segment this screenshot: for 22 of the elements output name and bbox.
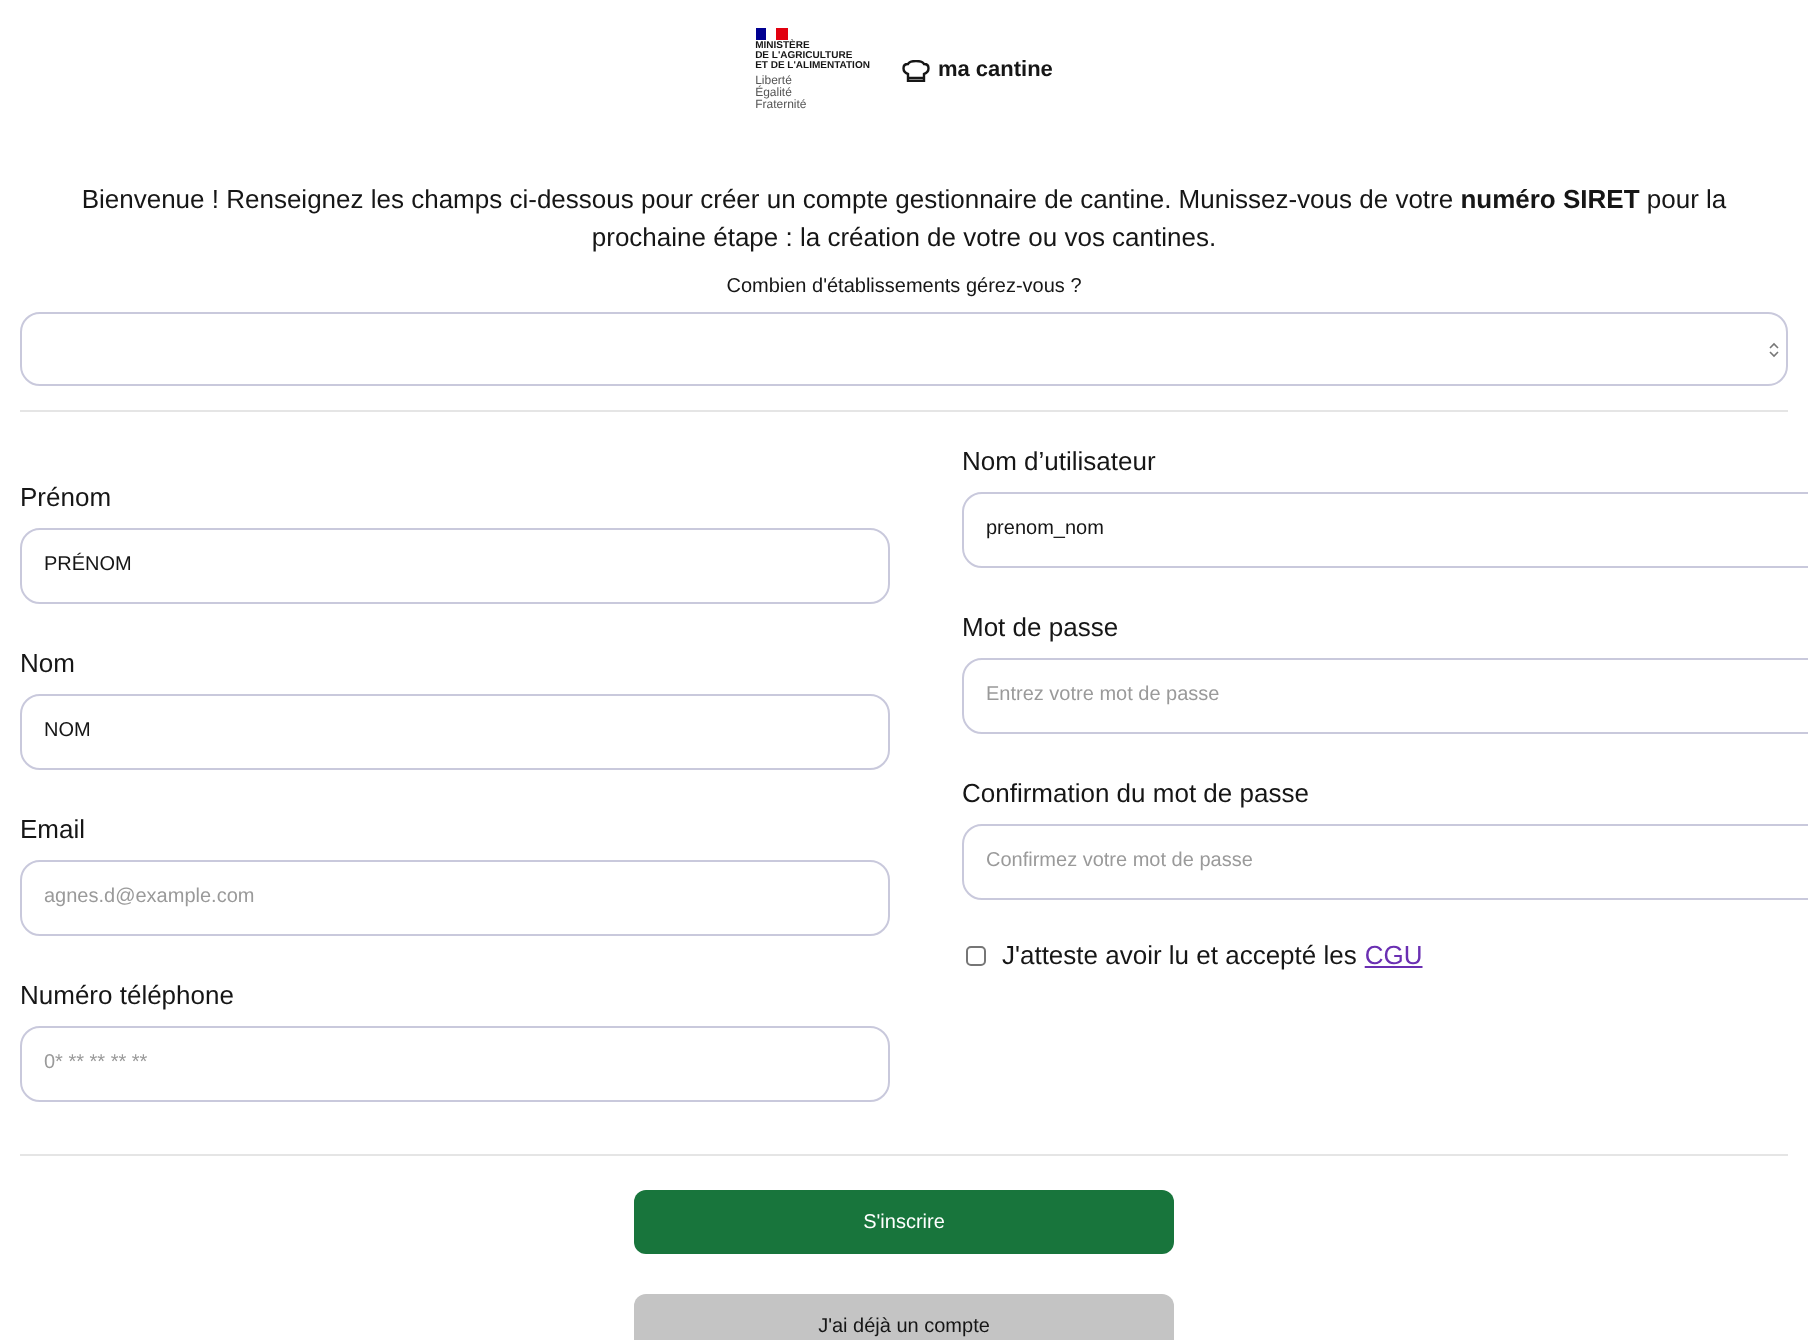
spinner-icon[interactable] bbox=[1768, 339, 1780, 359]
terms-link[interactable]: CGU bbox=[1364, 936, 1423, 975]
field-label: Nom bbox=[20, 646, 77, 682]
brand-name: ma cantine bbox=[937, 55, 1053, 86]
input-field[interactable]: PRÉNOM bbox=[20, 528, 890, 604]
input-field[interactable]: prenom_nom bbox=[962, 492, 1808, 568]
chef-hat-icon bbox=[901, 59, 930, 81]
field-label: Numéro téléphone bbox=[20, 978, 236, 1014]
field-label: Mot de passe bbox=[962, 610, 1121, 646]
field-label: Prénom bbox=[20, 480, 114, 516]
field-label: Combien d'établissements gérez-vous ? bbox=[724, 274, 1084, 302]
number-field[interactable] bbox=[20, 312, 1788, 386]
login-button[interactable]: J'ai déjà un compte bbox=[634, 1294, 1174, 1340]
terms-checkbox[interactable] bbox=[966, 945, 986, 966]
flag-icon bbox=[755, 28, 788, 40]
field-label: Nom d’utilisateur bbox=[962, 444, 1158, 480]
intro-text: Bienvenue ! Renseignez les champs ci-dessous pour créer un compte gestionnaire de cantine. Munissez-vous de votre numéro SIRET pour la prochaine étape : la création de votre ou vos cantines. bbox=[79, 182, 1729, 256]
signup-button[interactable]: S'inscrire bbox=[634, 1190, 1174, 1254]
field-label: Confirmation du mot de passe bbox=[962, 776, 1311, 812]
terms-label: J'atteste avoir lu et accepté les bbox=[1002, 938, 1357, 974]
field-label: Email bbox=[20, 812, 88, 848]
input-field[interactable]: NOM bbox=[20, 694, 890, 770]
